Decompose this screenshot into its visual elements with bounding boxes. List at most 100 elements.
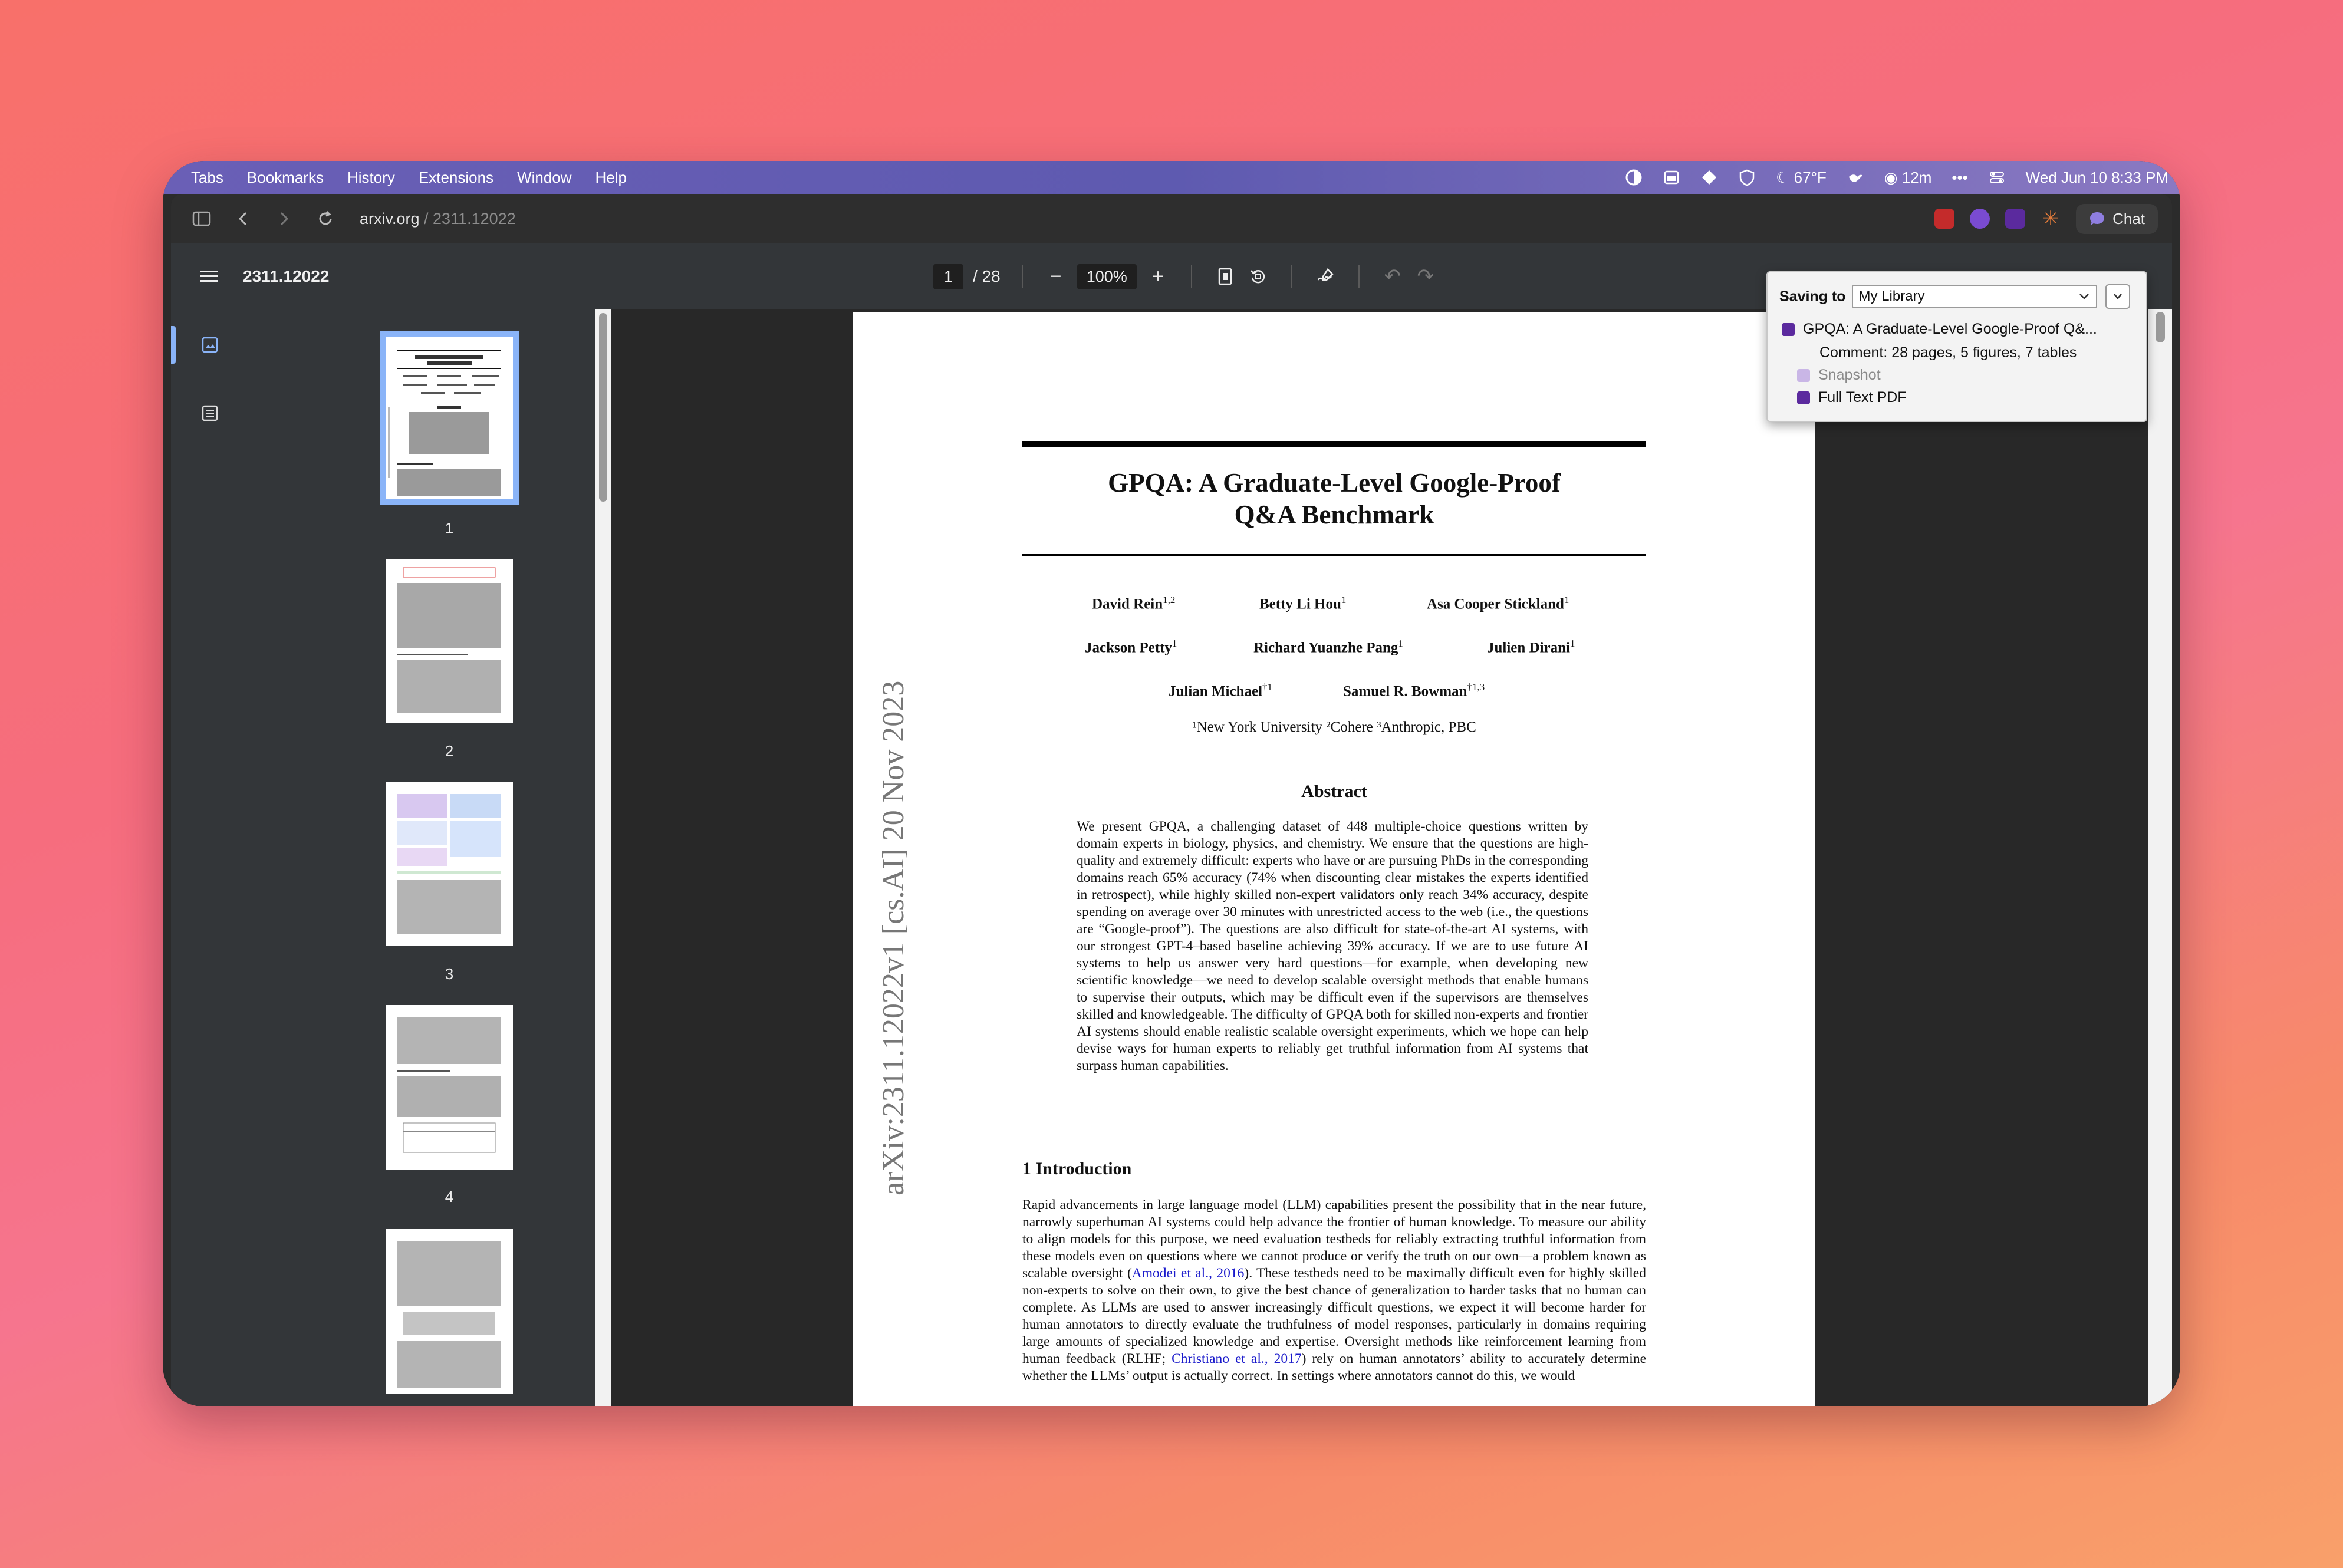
author-name: Richard Yuanzhe Pang [1253, 640, 1398, 656]
page-total: / 28 [973, 267, 1001, 285]
chat-button[interactable]: Chat [2076, 203, 2158, 234]
full-text-pdf-row[interactable]: Full Text PDF [1797, 389, 1907, 406]
author-name: Jackson Petty [1085, 640, 1172, 656]
menu-icon[interactable] [200, 266, 222, 287]
page-controls: 1 / 28 − 100% + ↶ ↷ [933, 263, 1437, 289]
expand-tree-button[interactable] [2105, 284, 2130, 309]
address-bar: arxiv.org / 2311.12022 ✳ Chat [171, 194, 2172, 243]
sidebar-toggle-icon[interactable] [191, 208, 212, 229]
thumbnail-page-1[interactable] [380, 331, 519, 505]
redo-icon[interactable]: ↷ [1414, 265, 1437, 288]
section-heading: 1 Introduction [1022, 1159, 1132, 1178]
weather-readout[interactable]: ☾ 67°F [1776, 169, 1827, 187]
extension-red-icon[interactable] [1934, 209, 1955, 229]
author-affil-mark: 1 [1172, 638, 1177, 649]
thumbnail-page-5[interactable] [386, 1229, 513, 1394]
chat-bubble-icon [2090, 212, 2105, 225]
toolbar-divider [1190, 265, 1192, 288]
abstract-heading: Abstract [1301, 782, 1367, 801]
browser-window: Tabs Bookmarks History Extensions Window… [163, 161, 2180, 1406]
page-number-input[interactable]: 1 [933, 263, 964, 289]
affiliations: ¹New York University ²Cohere ³Anthropic,… [1192, 719, 1476, 735]
author-affil-mark: 1 [1398, 638, 1403, 649]
author: Jackson Petty1 [1085, 638, 1177, 656]
thumbnail-preview [397, 1017, 501, 1153]
outline-view-icon[interactable] [198, 401, 222, 425]
citation-link[interactable]: Christiano et al., 2017 [1172, 1351, 1302, 1366]
shield-icon[interactable] [1738, 169, 1756, 186]
control-center-icon[interactable] [1988, 169, 2006, 186]
window-icon[interactable] [1663, 169, 1680, 186]
pdf-attachment-icon [1797, 391, 1810, 404]
abstract-text: We present GPQA, a challenging dataset o… [1077, 819, 1588, 1073]
author-affil-mark: 1,2 [1163, 594, 1176, 605]
toolbar-divider [1021, 265, 1023, 288]
comment-row: Comment: 28 pages, 5 figures, 7 tables [1819, 344, 2077, 361]
saving-to-label: Saving to [1779, 288, 1846, 305]
author: Julian Michael†1 [1169, 681, 1272, 700]
save-target-row: Saving to My Library [1779, 284, 2130, 309]
menu-bookmarks[interactable]: Bookmarks [247, 169, 324, 187]
menu-help[interactable]: Help [595, 169, 627, 187]
annotate-pen-icon[interactable] [1314, 265, 1337, 288]
thumbnail-page-3[interactable] [386, 782, 513, 946]
citation-link[interactable]: Amodei et al., 2016 [1132, 1266, 1245, 1281]
thumbnail-label: 2 [445, 742, 454, 760]
thumbnails-scrollbar[interactable] [595, 309, 611, 1406]
fit-page-icon[interactable] [1213, 265, 1237, 288]
document-title: 2311.12022 [243, 267, 330, 285]
claude-icon[interactable]: ✳ [2041, 209, 2061, 229]
clock[interactable]: Wed Jun 10 8:33 PM [2026, 169, 2168, 187]
author-name: Julian Michael [1169, 683, 1263, 700]
author: Richard Yuanzhe Pang1 [1253, 638, 1403, 656]
extension-purple-icon[interactable] [1970, 209, 1990, 229]
zotero-item-icon [1782, 322, 1795, 336]
thumbnail-preview [397, 567, 501, 713]
pdf-sidebar-rail [171, 309, 259, 1406]
thumbnail-label: 3 [445, 965, 454, 983]
paper-title-line1: GPQA: A Graduate-Level Google-Proof [1108, 468, 1561, 498]
thumbnail-preview [397, 794, 501, 934]
macos-menubar: Tabs Bookmarks History Extensions Window… [163, 161, 2180, 194]
zoom-in-icon[interactable]: + [1146, 265, 1170, 288]
arxiv-stamp: arXiv:2311.12022v1 [cs.AI] 20 Nov 2023 [877, 680, 910, 1195]
thumbnail-preview [388, 350, 501, 496]
back-icon[interactable] [232, 208, 254, 229]
menu-tabs[interactable]: Tabs [191, 169, 223, 187]
library-select[interactable]: My Library [1851, 285, 2097, 308]
author-name: Julien Dirani [1487, 640, 1570, 656]
zoom-out-icon[interactable]: − [1044, 265, 1068, 288]
reload-icon[interactable] [315, 208, 336, 229]
thumbnails-panel: 1 2 3 4 [259, 309, 595, 1406]
timer-readout[interactable]: ◉ 12m [1884, 169, 1932, 187]
saved-item-title: GPQA: A Graduate-Level Google-Proof Q&..… [1803, 321, 2097, 337]
author-name: Betty Li Hou [1259, 596, 1341, 612]
title-rule-top [1022, 441, 1646, 447]
author-name: Asa Cooper Stickland [1427, 596, 1564, 612]
viewer-scrollbar[interactable] [2148, 309, 2172, 1406]
menu-window[interactable]: Window [517, 169, 571, 187]
zoom-input[interactable]: 100% [1077, 263, 1137, 289]
url-field[interactable]: arxiv.org / 2311.12022 [360, 210, 516, 228]
introduction-text: Rapid advancements in large language mod… [1022, 1197, 1646, 1385]
undo-icon[interactable]: ↶ [1381, 265, 1404, 288]
zotero-save-popup: Saving to My Library GPQA: A Graduate-Le… [1766, 271, 2147, 422]
saved-item-row[interactable]: GPQA: A Graduate-Level Google-Proof Q&..… [1782, 321, 2097, 338]
author: Betty Li Hou1 [1259, 594, 1346, 612]
pdf-page: GPQA: A Graduate-Level Google-Proof Q&A … [853, 312, 1815, 1406]
menu-history[interactable]: History [347, 169, 395, 187]
snapshot-row[interactable]: Snapshot [1797, 367, 1881, 384]
zotero-connector-icon[interactable] [2005, 209, 2026, 229]
thumbnail-page-4[interactable] [386, 1005, 513, 1170]
thumbnail-page-2[interactable] [386, 559, 513, 723]
rotate-icon[interactable] [1246, 265, 1270, 288]
scrollbar-thumb[interactable] [599, 313, 607, 502]
bird-icon[interactable] [1847, 169, 1864, 186]
scrollbar-thumb[interactable] [2156, 312, 2165, 342]
diamond-icon[interactable] [1700, 169, 1718, 186]
forward-icon[interactable] [274, 208, 295, 229]
menu-extensions[interactable]: Extensions [419, 169, 493, 187]
contrast-icon[interactable] [1625, 169, 1643, 186]
more-icon[interactable]: ••• [1952, 169, 1967, 187]
thumbnails-view-icon[interactable] [198, 333, 222, 357]
